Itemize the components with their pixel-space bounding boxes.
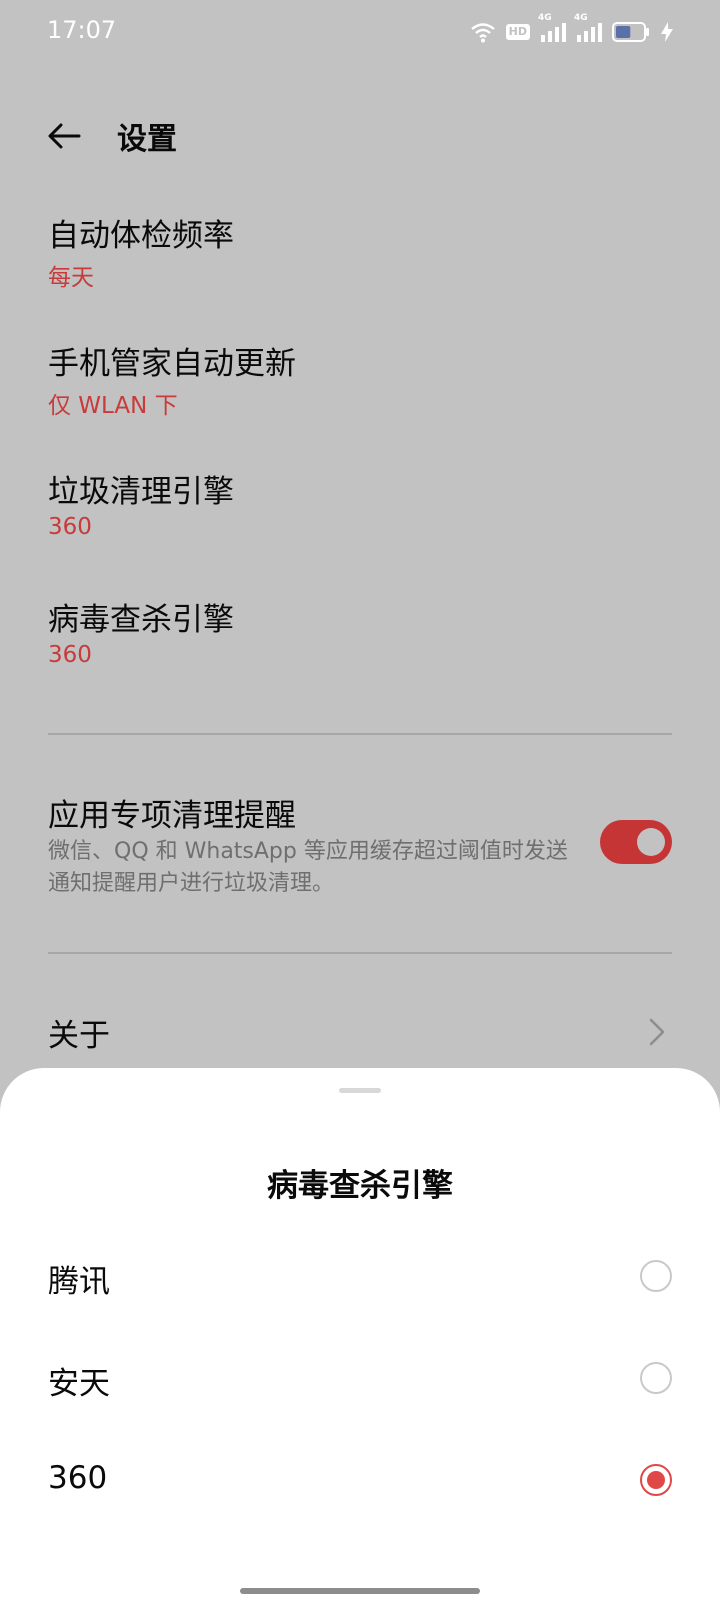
app-bar: 设置 [0,96,720,176]
status-time: 17:07 [47,16,117,44]
setting-title: 应用专项清理提醒 [48,798,296,834]
battery-icon [612,21,650,43]
wifi-icon [470,21,496,43]
setting-value: 360 [48,514,92,540]
divider [48,733,672,735]
option-label: 360 [48,1460,108,1496]
settings-screen: 17:07 HD 4G 4G 设置 自动体检频率 每天 手机管家自动更新 仅 W… [0,0,720,1600]
setting-title: 手机管家自动更新 [48,346,296,382]
charging-icon [660,21,674,43]
hd-icon: HD [505,24,530,40]
cleanup-reminder-toggle[interactable] [600,820,672,864]
setting-row-virus-engine[interactable]: 病毒查杀引擎 360 [0,580,720,700]
sheet-title: 病毒查杀引擎 [267,1168,453,1204]
page-title: 设置 [117,122,177,157]
toggle-knob [637,828,665,856]
status-bar: 17:07 HD 4G 4G [0,0,720,64]
engine-option-antiy[interactable]: 安天 [0,1334,720,1422]
option-label: 安天 [48,1366,110,1402]
chevron-right-icon [649,1018,665,1046]
network-type-label-2: 4G [574,13,588,23]
radio-button[interactable] [640,1260,672,1292]
setting-description: 微信、QQ 和 WhatsApp 等应用缓存超过阈值时发送通知提醒用户进行垃圾清… [48,839,568,896]
radio-button[interactable] [640,1464,672,1496]
setting-title: 病毒查杀引擎 [48,602,234,638]
status-icons: HD 4G 4G [470,13,674,46]
engine-option-tencent[interactable]: 腾讯 [0,1232,720,1320]
arrow-left-icon [48,123,81,149]
home-indicator[interactable] [240,1588,480,1594]
divider [48,952,672,954]
sheet-drag-handle[interactable] [339,1088,381,1093]
setting-value: 仅 WLAN 下 [48,393,178,419]
engine-option-360[interactable]: 360 [0,1436,720,1524]
signal-icon: 4G [538,13,566,43]
engine-picker-sheet: 病毒查杀引擎 腾讯 安天 360 [0,1068,720,1600]
setting-row-auto-update[interactable]: 手机管家自动更新 仅 WLAN 下 [0,324,720,444]
setting-title: 关于 [48,1018,110,1054]
setting-value: 每天 [48,265,94,291]
setting-row-junk-engine[interactable]: 垃圾清理引擎 360 [0,452,720,572]
signal-icon-2: 4G [574,13,602,43]
back-button[interactable] [40,112,88,160]
radio-button[interactable] [640,1362,672,1394]
setting-title: 垃圾清理引擎 [48,474,234,510]
setting-title: 自动体检频率 [48,218,234,254]
network-type-label: 4G [538,13,552,23]
option-label: 腾讯 [48,1264,110,1300]
setting-row-about[interactable]: 关于 [0,990,720,1070]
setting-value: 360 [48,642,92,668]
setting-row-checkup-frequency[interactable]: 自动体检频率 每天 [0,196,720,316]
